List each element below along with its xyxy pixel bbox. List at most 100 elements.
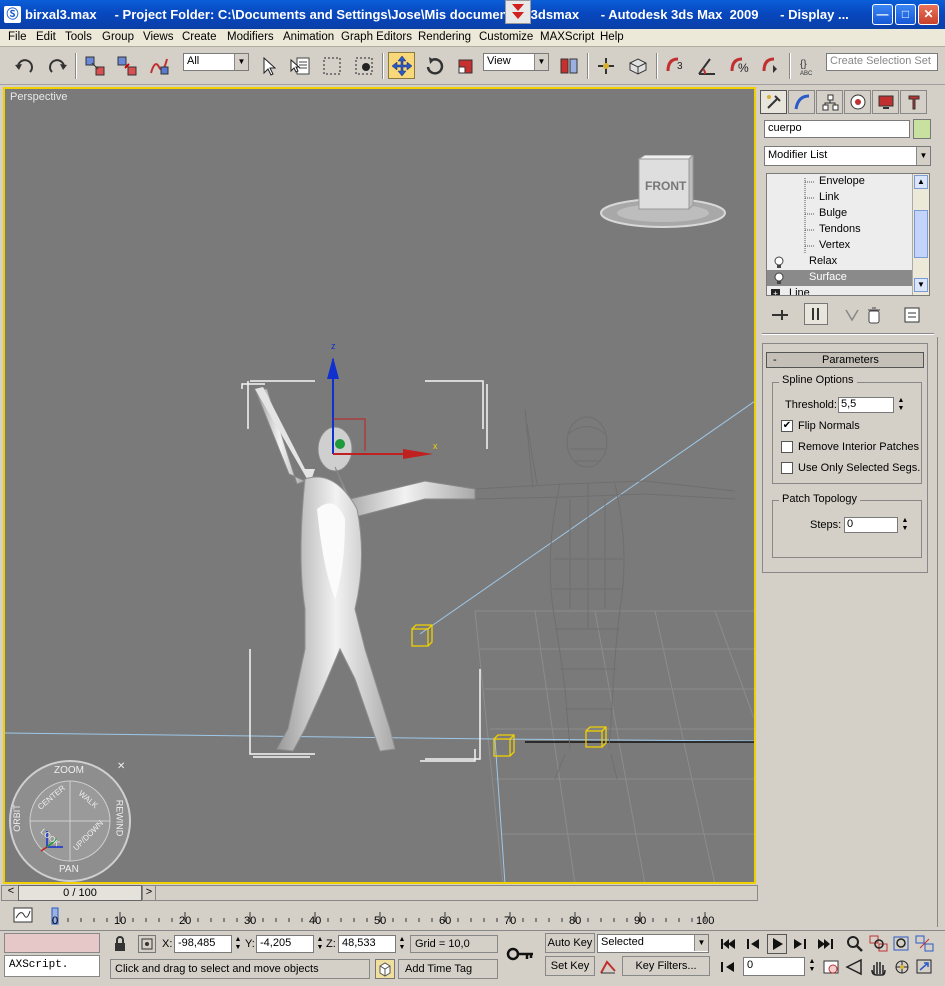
z-spinner[interactable]: ▲ ▼ <box>397 936 407 952</box>
x-coord-input[interactable]: -98,485 <box>174 935 232 953</box>
menu-modifiers[interactable]: Modifiers <box>227 31 274 43</box>
rollout-collapse-toggle[interactable]: - <box>773 354 777 366</box>
pan-hand-icon[interactable] <box>869 958 889 976</box>
modify-tab-icon[interactable] <box>788 90 815 114</box>
stack-item-tendons[interactable]: Tendons <box>767 223 912 239</box>
zoom-all-icon[interactable] <box>869 935 889 953</box>
y-spinner[interactable]: ▲ ▼ <box>315 936 325 952</box>
wheel-zoom[interactable]: ZOOM <box>54 765 84 776</box>
time-next-button[interactable]: > <box>142 885 156 901</box>
set-key-button[interactable]: Set Key <box>545 956 595 976</box>
maximize-icon[interactable]: □ <box>895 4 916 25</box>
menu-maxscript[interactable]: MAXScript <box>540 31 594 43</box>
app-icon[interactable]: Ⓢ <box>4 6 21 23</box>
key-mode-toggle-icon[interactable] <box>718 958 738 976</box>
go-to-start-icon[interactable] <box>718 935 738 953</box>
perspective-viewport[interactable]: Perspective z x FRONT ZOOM ORBIT REWIND … <box>3 87 756 884</box>
next-frame-icon[interactable] <box>790 935 810 953</box>
show-end-result-icon[interactable] <box>804 303 828 325</box>
percent-snap-icon[interactable]: % <box>725 52 752 79</box>
time-prev-button[interactable]: < <box>4 885 18 901</box>
spinner-snap-icon[interactable] <box>757 52 784 79</box>
undo-icon[interactable] <box>11 52 38 79</box>
hierarchy-tab-icon[interactable] <box>816 90 843 114</box>
menu-file[interactable]: File <box>8 31 27 43</box>
steering-wheel[interactable]: ZOOM ORBIT REWIND PAN CENTER WALK LOOK U… <box>7 759 133 882</box>
bind-spacewarp-icon[interactable] <box>145 52 172 79</box>
reference-coord-dropdown[interactable]: View ▼ <box>483 53 549 71</box>
stack-item-line[interactable]: Line <box>767 287 912 295</box>
select-link-icon[interactable] <box>81 52 108 79</box>
pivot-center-icon[interactable] <box>555 52 582 79</box>
menu-customize[interactable]: Customize <box>479 31 533 43</box>
stack-item-surface[interactable]: Surface <box>767 271 912 287</box>
scroll-down-icon[interactable]: ▼ <box>914 278 928 292</box>
add-time-tag-icon[interactable] <box>375 959 395 979</box>
menu-help[interactable]: Help <box>600 31 624 43</box>
track-bar[interactable]: 0 10 20 30 40 50 60 70 80 90 100 <box>0 902 758 930</box>
make-unique-icon[interactable] <box>843 307 861 323</box>
zoom-icon[interactable] <box>845 935 865 953</box>
lock-icon[interactable] <box>112 935 128 953</box>
curve-editor-icon[interactable] <box>12 905 34 925</box>
keyboard-shortcut-icon[interactable] <box>624 52 651 79</box>
time-slider-thumb[interactable]: 0 / 100 <box>18 885 142 901</box>
stack-item-bulge[interactable]: Bulge <box>767 207 912 223</box>
close-icon[interactable]: ✕ <box>918 4 939 25</box>
default-in-out-tangents-icon[interactable] <box>598 957 618 977</box>
key-mode-dropdown[interactable]: Selected ▼ <box>597 934 709 953</box>
use-only-selected-segs-checkbox[interactable] <box>781 462 793 474</box>
maxscript-mini-listener[interactable]: AXScript. <box>4 955 100 977</box>
key-filters-button[interactable]: Key Filters... <box>622 956 710 976</box>
stack-scrollbar[interactable]: ▲ ▼ <box>912 174 929 295</box>
modifier-stack[interactable]: Envelope Link Bulge Tendons Vertex Relax… <box>766 173 930 296</box>
motion-tab-icon[interactable] <box>844 90 871 114</box>
snap-3d-icon[interactable]: 3 <box>661 52 688 79</box>
orbit-icon[interactable] <box>892 958 912 976</box>
menu-tools[interactable]: Tools <box>65 31 92 43</box>
field-of-view-icon[interactable] <box>845 958 865 976</box>
manipulate-icon[interactable] <box>592 52 619 79</box>
select-move-icon[interactable] <box>388 52 415 79</box>
utilities-tab-icon[interactable] <box>900 90 927 114</box>
modifier-list-dropdown[interactable]: Modifier List ▼ <box>764 146 931 166</box>
select-scale-icon[interactable] <box>452 52 479 79</box>
scroll-up-icon[interactable]: ▲ <box>914 175 928 189</box>
named-selection-set-field[interactable]: Create Selection Set <box>826 53 938 71</box>
menu-animation[interactable]: Animation <box>283 31 334 43</box>
pin-stack-icon[interactable] <box>770 307 790 323</box>
maximize-viewport-icon[interactable] <box>915 958 935 976</box>
configure-sets-icon[interactable] <box>903 306 921 324</box>
wheel-rewind[interactable]: REWIND <box>114 800 124 837</box>
z-coord-input[interactable]: 48,533 <box>338 935 396 953</box>
absolute-mode-icon[interactable] <box>138 935 156 953</box>
previous-frame-icon[interactable] <box>743 935 763 953</box>
parameters-rollout-header[interactable]: - Parameters <box>766 352 924 368</box>
redo-icon[interactable] <box>43 52 70 79</box>
current-frame-spinner[interactable]: ▲ ▼ <box>807 958 817 974</box>
title-bar[interactable]: Ⓢ birxal3.max - Project Folder: C:\Docum… <box>0 0 945 29</box>
x-spinner[interactable]: ▲ ▼ <box>233 936 243 952</box>
unlink-icon[interactable] <box>113 52 140 79</box>
stack-item-vertex[interactable]: Vertex <box>767 239 912 255</box>
stack-item-relax[interactable]: Relax <box>767 255 912 271</box>
selection-filter-dropdown[interactable]: All ▼ <box>183 53 249 71</box>
time-configuration-icon[interactable] <box>822 958 840 976</box>
auto-key-button[interactable]: Auto Key <box>545 933 595 953</box>
threshold-spinner[interactable]: ▲ ▼ <box>896 397 906 413</box>
panel-scroll-edge[interactable] <box>937 337 943 927</box>
add-time-tag-button[interactable]: Add Time Tag <box>398 959 498 979</box>
minimize-icon[interactable]: ― <box>872 4 893 25</box>
menu-graph-editors[interactable]: Graph Editors <box>341 31 412 43</box>
menu-create[interactable]: Create <box>182 31 217 43</box>
wheel-pan[interactable]: PAN <box>59 864 79 875</box>
maxscript-mini-listener-top[interactable] <box>4 933 100 953</box>
stack-item-envelope[interactable]: Envelope <box>767 175 912 191</box>
go-to-end-icon[interactable] <box>815 935 835 953</box>
remove-modifier-icon[interactable] <box>866 306 882 324</box>
wheel-orbit[interactable]: ORBIT <box>12 804 22 832</box>
current-frame-input[interactable]: 0 <box>743 957 805 976</box>
named-selection-icon[interactable]: {} ABC <box>795 52 822 79</box>
stack-item-link[interactable]: Link <box>767 191 912 207</box>
play-icon[interactable] <box>767 934 787 954</box>
